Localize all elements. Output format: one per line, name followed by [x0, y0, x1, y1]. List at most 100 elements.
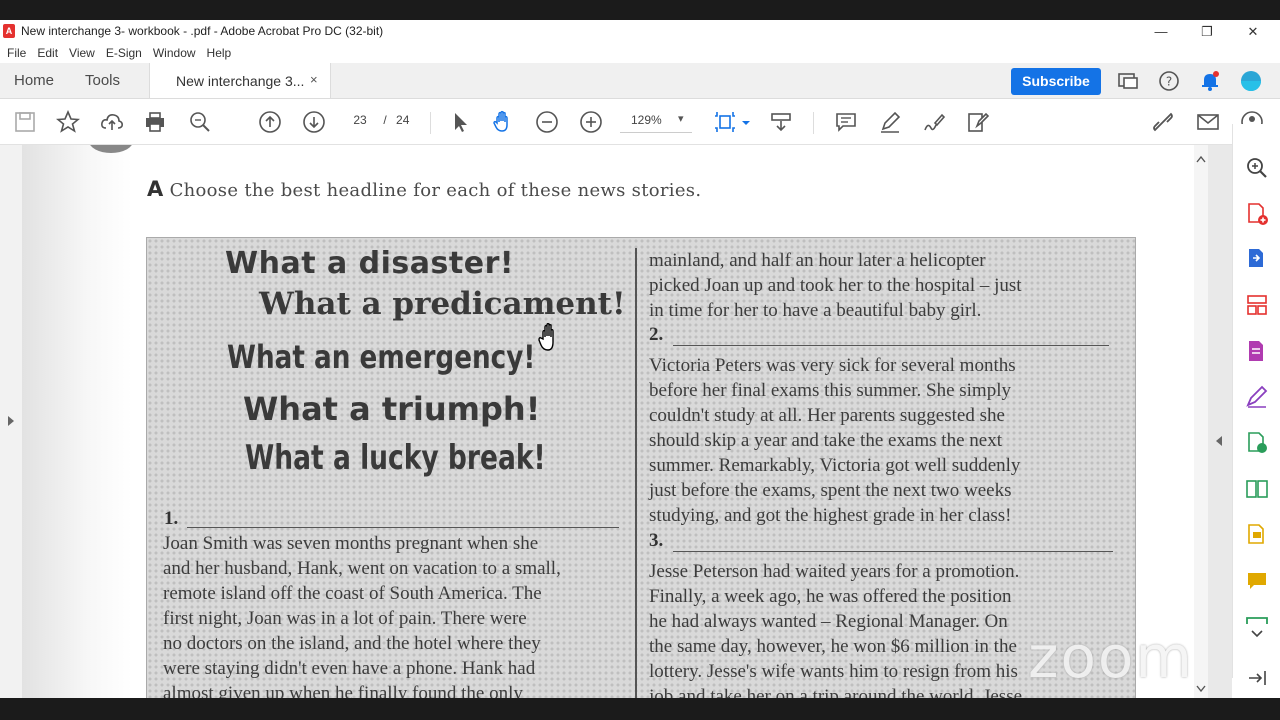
comment-panel-icon[interactable] — [1245, 569, 1269, 593]
upload-cloud-icon[interactable] — [100, 110, 124, 134]
user-avatar[interactable] — [1240, 70, 1262, 92]
story-line: Victoria Peters was very sick for severa… — [649, 355, 1016, 376]
highlight-pen-icon[interactable] — [878, 110, 902, 134]
left-panel-collapsed[interactable] — [0, 145, 23, 698]
save-icon[interactable] — [13, 110, 37, 134]
zoom-out-icon[interactable] — [535, 110, 559, 134]
tab-tools[interactable]: Tools — [85, 72, 120, 89]
zoom-in-icon[interactable] — [579, 110, 603, 134]
create-pdf-icon[interactable] — [1245, 202, 1269, 226]
menu-file[interactable]: File — [3, 43, 30, 63]
page-fit-dropdown-icon[interactable] — [734, 110, 750, 134]
protect-icon[interactable] — [1245, 612, 1269, 626]
document-tab-label: New interchange 3... — [176, 73, 305, 89]
page-separator: / — [383, 113, 387, 127]
news-clipping: What a disaster! What a predicament! Wha… — [146, 237, 1136, 698]
story-line: Joan Smith was seven months pregnant whe… — [163, 533, 539, 554]
minimize-button[interactable]: — — [1146, 22, 1176, 41]
notification-bell-icon[interactable] — [1199, 70, 1221, 92]
edit-pdf-panel-icon[interactable] — [1245, 339, 1269, 363]
scroll-up-icon[interactable] — [1196, 155, 1206, 163]
headline-option: What a lucky break! — [245, 438, 546, 478]
toolbar-divider — [813, 112, 814, 134]
restore-button[interactable]: ❐ — [1192, 22, 1222, 41]
total-pages: 24 — [396, 113, 410, 127]
story-line: almost given up when he finally found th… — [163, 683, 523, 698]
scroll-mode-icon[interactable] — [769, 110, 793, 134]
right-tools-panel — [1232, 124, 1280, 685]
story-line: first night, Joan was in a lot of pain. … — [163, 608, 527, 629]
close-window-button[interactable]: ✕ — [1238, 22, 1268, 41]
next-page-icon[interactable] — [302, 110, 326, 134]
current-page-field[interactable]: 23 — [346, 113, 374, 127]
menu-view[interactable]: View — [65, 43, 99, 63]
chevron-down-icon[interactable] — [1245, 627, 1269, 641]
window-title: New interchange 3- workbook - .pdf - Ado… — [21, 24, 384, 38]
email-icon[interactable] — [1196, 110, 1220, 134]
expand-left-panel-icon[interactable] — [6, 415, 16, 427]
headline-option: What a disaster! — [225, 246, 515, 281]
scan-ocr-icon[interactable] — [1245, 523, 1269, 547]
print-icon[interactable] — [143, 110, 167, 134]
compare-files-icon[interactable] — [1245, 477, 1269, 501]
sign-icon[interactable] — [922, 110, 946, 134]
send-for-signature-icon[interactable] — [1245, 431, 1269, 455]
story-3-text: Jesse Peterson had waited years for a pr… — [649, 559, 1022, 698]
story-line: and her husband, Hank, went on vacation … — [163, 558, 561, 579]
headline-option: What a triumph! — [243, 390, 541, 428]
search-icon[interactable] — [1245, 156, 1269, 180]
export-pdf-icon[interactable] — [1245, 247, 1269, 271]
menu-esign[interactable]: E-Sign — [102, 43, 146, 63]
hand-tool-icon[interactable] — [491, 110, 515, 134]
comment-icon[interactable] — [834, 110, 858, 134]
vertical-scrollbar[interactable] — [1194, 145, 1208, 698]
menu-bar: File Edit View E-Sign Window Help — [0, 43, 1280, 63]
story-line: Jesse Peterson had waited years for a pr… — [649, 561, 1020, 582]
menu-window[interactable]: Window — [149, 43, 200, 63]
share-screen-icon[interactable] — [1117, 70, 1139, 92]
collapse-panel-icon[interactable] — [1245, 666, 1269, 690]
screen-bottom-border — [0, 698, 1280, 720]
story-line: before her final exams this summer. She … — [649, 380, 1011, 401]
close-tab-icon[interactable]: × — [310, 72, 318, 87]
acrobat-window: A New interchange 3- workbook - .pdf - A… — [0, 20, 1280, 698]
instruction-text: Choose the best headline for each of the… — [169, 180, 702, 201]
zoom-level-value: 129% — [631, 113, 662, 127]
acrobat-app-icon: A — [3, 24, 15, 38]
organize-pages-icon[interactable] — [1245, 293, 1269, 317]
link-icon[interactable] — [1151, 110, 1175, 134]
help-icon[interactable]: ? — [1158, 70, 1180, 92]
toolbar-divider — [430, 112, 431, 134]
previous-page-icon[interactable] — [258, 110, 282, 134]
story-line: job and take her on a trip around the wo… — [649, 686, 1023, 698]
story-line: lottery. Jesse's wife wants him to resig… — [649, 661, 1018, 682]
tab-bar: Home Tools New interchange 3... × Subscr… — [0, 63, 1280, 99]
tab-home[interactable]: Home — [14, 72, 54, 89]
story-1-continued-text: mainland, and half an hour later a helic… — [649, 248, 1022, 323]
collapse-right-panel-icon[interactable] — [1214, 435, 1224, 447]
story-number: 3. — [649, 530, 664, 551]
svg-text:?: ? — [1166, 75, 1172, 89]
story-line: in time for her to have a beautiful baby… — [649, 300, 982, 321]
scroll-down-icon[interactable] — [1196, 685, 1206, 693]
zoom-level-dropdown[interactable]: 129% ▾ — [620, 108, 692, 133]
menu-edit[interactable]: Edit — [33, 43, 62, 63]
tab-document[interactable]: New interchange 3... × — [149, 63, 331, 98]
story-number: 2. — [649, 324, 664, 345]
story-line: Finally, a week ago, he was offered the … — [649, 586, 1012, 607]
story-line: the same day, however, he won $6 million… — [649, 636, 1017, 657]
answer-blank-line — [187, 527, 619, 528]
main-toolbar: 23 / 24 129% ▾ — [0, 99, 1280, 145]
chevron-down-icon: ▾ — [678, 113, 684, 125]
bookmark-star-icon[interactable] — [55, 109, 81, 134]
fill-sign-icon[interactable] — [1245, 385, 1269, 409]
select-cursor-icon[interactable] — [448, 110, 472, 134]
story-line: remote island off the coast of South Ame… — [163, 583, 542, 604]
story-line: he had always wanted – Regional Manager.… — [649, 611, 1008, 632]
document-viewport[interactable]: A Choose the best headline for each of th… — [0, 145, 1232, 698]
find-zoom-icon[interactable] — [188, 110, 212, 134]
headline-option: What an emergency! — [227, 338, 536, 376]
edit-pdf-icon[interactable] — [966, 110, 990, 134]
subscribe-button[interactable]: Subscribe — [1011, 68, 1101, 95]
menu-help[interactable]: Help — [203, 43, 236, 63]
